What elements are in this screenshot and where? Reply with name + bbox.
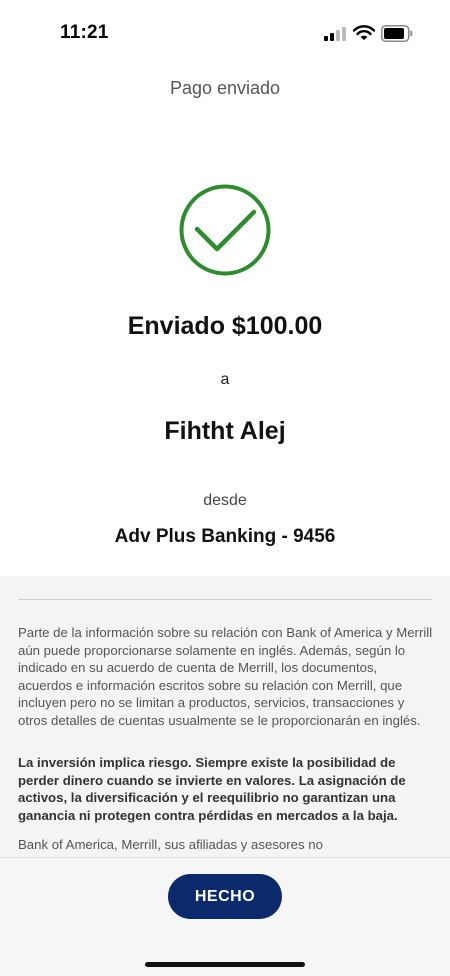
signal-icon [324, 27, 346, 41]
checkmark-circle-icon [179, 184, 271, 276]
home-indicator[interactable] [145, 962, 305, 967]
divider [18, 599, 432, 600]
status-time: 11:21 [60, 22, 109, 43]
bottom-action-bar: HECHO [0, 857, 450, 976]
disclosure-panel[interactable]: Parte de la información sobre su relació… [0, 576, 450, 857]
from-label: desde [203, 492, 247, 509]
disclosure-paragraph-affiliates: Bank of America, Merrill, sus afiliadas … [18, 837, 323, 852]
battery-icon [381, 25, 413, 42]
sent-amount: Enviado $100.00 [127, 312, 323, 340]
disclosure-paragraph-language: Parte de la información sobre su relació… [18, 625, 433, 728]
status-bar: 11:21 [0, 0, 450, 64]
wifi-icon [353, 25, 375, 40]
to-label: a [220, 371, 230, 388]
disclosure-paragraph-risk: La inversión implica riesgo. Siempre exi… [18, 755, 406, 823]
recipient-name: Fihtht Alej [164, 417, 286, 445]
confirmation-section: Pago enviado Enviado $100.00 a Fihtht Al… [0, 64, 450, 576]
page-title: Pago enviado [169, 78, 281, 98]
done-button[interactable]: HECHO [168, 874, 282, 919]
source-account: Adv Plus Banking - 9456 [114, 526, 336, 547]
